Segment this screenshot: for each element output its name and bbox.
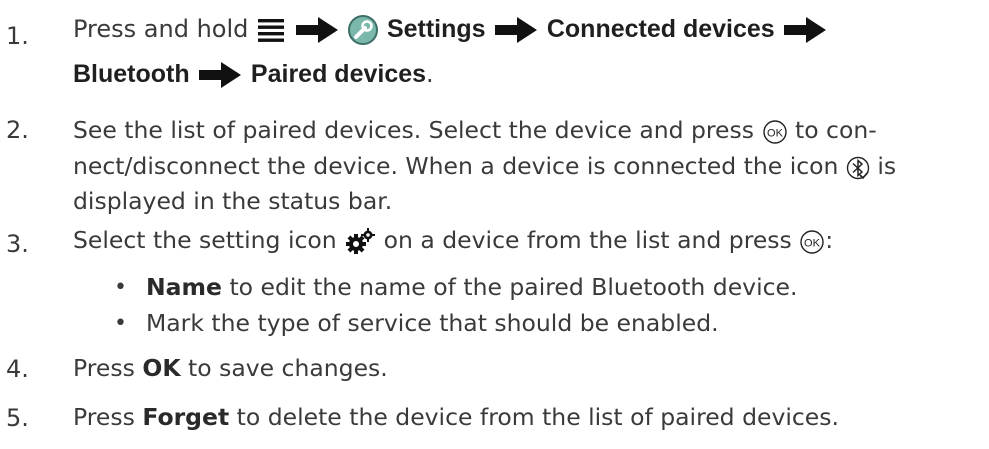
step-3: 3. Select the setting icon on a device f… [0,224,989,342]
step-number: 1. [6,22,29,50]
paired-devices-label: Paired devices [250,60,427,88]
bullet: • [114,311,127,336]
ok-icon: OK [799,229,825,255]
step-number: 5. [6,404,29,432]
step-text: Press and hold Settings Connected device… [73,14,828,46]
step-number: 4. [6,355,29,383]
step-5: 5. Press Forget to delete the device fro… [0,396,989,432]
arrow-right-icon [197,60,243,90]
step-2: 2. See the list of paired devices. Selec… [0,112,989,224]
connected-devices-label: Connected devices [546,15,775,43]
step-number: 2. [6,116,29,144]
svg-text:OK: OK [804,237,821,249]
step-4: 4. Press OK to save changes. [0,351,989,387]
step-text: Press OK to save changes. [73,354,388,382]
arrow-right-icon [493,15,539,45]
svg-text:OK: OK [767,127,784,139]
arrow-right-icon [294,15,340,45]
menu-icon [256,15,286,45]
bullet: • [114,275,127,300]
step-text: Select the setting icon on a device from… [73,226,834,256]
settings-label: Settings [386,15,486,43]
step-text-line2: Bluetooth Paired devices. [73,60,434,90]
step-text-line2: nect/disconnect the device. When a devic… [73,152,897,181]
ok-icon: OK [762,119,788,145]
bluetooth-connected-icon [846,155,870,181]
bluetooth-label: Bluetooth [73,60,190,88]
list-item: Mark the type of service that should be … [146,309,719,337]
step-number: 3. [6,230,29,258]
step-text: Press Forget to delete the device from t… [73,403,839,431]
step-text-line3: displayed in the status bar. [73,187,393,215]
step-1: 1. Press and hold Settings Connected dev [0,14,989,104]
arrow-right-icon [782,15,828,45]
gear-icon [344,227,376,256]
step-text: See the list of paired devices. Select t… [73,116,877,145]
wrench-icon [347,14,379,46]
list-item: Name to edit the name of the paired Blue… [146,273,798,301]
